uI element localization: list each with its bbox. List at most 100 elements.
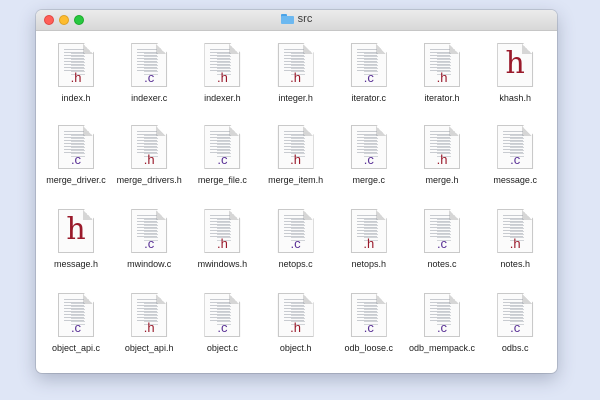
file-name: mwindows.h	[197, 259, 248, 269]
file-item[interactable]: .c odb_loose.c	[332, 293, 406, 353]
file-extension-label: .c	[290, 236, 301, 251]
source-file-icon: .c	[204, 293, 241, 337]
file-item[interactable]: .h index.h	[39, 43, 113, 103]
file-extension-label: .c	[70, 152, 82, 167]
file-item[interactable]: .c odbs.c	[478, 293, 552, 353]
file-extension-label: .c	[436, 320, 448, 335]
file-extension-label: .c	[217, 152, 228, 167]
file-extension-label: .h	[436, 152, 448, 167]
file-extension-label: .h	[509, 236, 521, 251]
source-file-icon: .h	[277, 293, 314, 337]
file-item[interactable]: .c notes.c	[405, 209, 479, 269]
file-extension-label: .c	[363, 152, 374, 167]
file-item[interactable]: .c mwindow.c	[112, 209, 186, 269]
file-name: merge_driver.c	[46, 175, 106, 185]
file-name: iterator.h	[424, 93, 460, 103]
source-file-icon: .c	[424, 209, 460, 253]
file-name: object_api.c	[51, 343, 101, 353]
source-file-icon: .c	[424, 293, 460, 337]
file-name: indexer.h	[204, 93, 241, 103]
source-file-icon: .c	[277, 209, 314, 253]
file-item[interactable]: .h merge_item.h	[259, 125, 333, 185]
source-file-icon: .h	[350, 209, 387, 253]
source-file-icon: .h	[424, 125, 460, 169]
file-item[interactable]: .h merge.h	[405, 125, 479, 185]
source-file-icon: .c	[350, 43, 387, 87]
file-item[interactable]: h message.h	[39, 209, 113, 269]
file-extension-label: .c	[217, 320, 228, 335]
file-item[interactable]: .h object.h	[259, 293, 333, 353]
file-extension-label: .h	[290, 70, 302, 85]
file-item[interactable]: .c indexer.c	[112, 43, 186, 103]
file-item[interactable]: .h iterator.h	[405, 43, 479, 103]
file-name: merge_drivers.h	[116, 175, 182, 185]
file-item[interactable]: .c odb_mempack.c	[405, 293, 479, 353]
file-name: object.c	[206, 343, 238, 353]
file-name: iterator.c	[351, 93, 387, 103]
file-extension-label: .c	[363, 70, 374, 85]
file-name: khash.h	[499, 93, 531, 103]
source-file-icon: h	[497, 43, 534, 87]
source-file-icon: .h	[131, 293, 168, 337]
file-item[interactable]: .h indexer.h	[185, 43, 259, 103]
file-item[interactable]: .h integer.h	[259, 43, 333, 103]
source-file-icon: .h	[277, 125, 314, 169]
source-file-icon: .h	[204, 43, 241, 87]
file-item[interactable]: .c merge_driver.c	[39, 125, 113, 185]
file-extension-label: .h	[70, 70, 82, 85]
source-file-icon: .h	[497, 209, 534, 253]
source-file-icon: .h	[204, 209, 241, 253]
source-file-icon: .h	[58, 43, 94, 87]
file-extension-label: .c	[70, 320, 82, 335]
file-item[interactable]: .c merge.c	[332, 125, 406, 185]
file-name: merge_file.c	[197, 175, 247, 185]
file-extension-label: .h	[290, 320, 302, 335]
file-extension-label: .c	[144, 70, 155, 85]
file-name: notes.h	[500, 259, 530, 269]
file-item[interactable]: .c object.c	[185, 293, 259, 353]
file-extension-label: .h	[143, 152, 155, 167]
window-title: src	[36, 13, 557, 25]
source-file-icon: .h	[277, 43, 314, 87]
file-item[interactable]: h khash.h	[478, 43, 552, 103]
file-extension-label: .h	[216, 70, 228, 85]
finder-window: src .h index.h .c indexer.c .h indexer.h .h int…	[36, 10, 557, 373]
source-file-icon: .c	[131, 209, 168, 253]
file-item[interactable]: .c merge_file.c	[185, 125, 259, 185]
file-name: netops.h	[351, 259, 387, 269]
file-extension-label: .c	[510, 320, 521, 335]
file-extension-label: .h	[363, 236, 375, 251]
file-name: object_api.h	[124, 343, 174, 353]
file-name: odb_mempack.c	[408, 343, 476, 353]
folder-icon	[280, 14, 294, 24]
file-item[interactable]: .h notes.h	[478, 209, 552, 269]
file-item[interactable]: .h object_api.h	[112, 293, 186, 353]
file-name: odb_loose.c	[344, 343, 394, 353]
file-extension-label: .h	[143, 320, 155, 335]
file-extension-label: .c	[144, 236, 155, 251]
title-bar[interactable]: src	[36, 10, 557, 31]
file-item[interactable]: .c object_api.c	[39, 293, 113, 353]
source-file-icon: .c	[497, 125, 534, 169]
file-name: merge.c	[352, 175, 386, 185]
file-item[interactable]: .c iterator.c	[332, 43, 406, 103]
file-name: notes.c	[427, 259, 457, 269]
file-extension-label: .c	[510, 152, 521, 167]
file-extension-label: .c	[363, 320, 374, 335]
file-name: message.h	[53, 259, 99, 269]
file-name: integer.h	[278, 93, 313, 103]
file-name: merge.h	[425, 175, 459, 185]
file-extension-label: h	[505, 46, 525, 81]
file-item[interactable]: .h mwindows.h	[185, 209, 259, 269]
source-file-icon: .c	[58, 293, 94, 337]
source-file-icon: .c	[131, 43, 168, 87]
file-extension-label: h	[66, 212, 86, 247]
file-name: odbs.c	[501, 343, 529, 353]
file-name: mwindow.c	[127, 259, 172, 269]
file-name: indexer.c	[131, 93, 168, 103]
file-item[interactable]: .h netops.h	[332, 209, 406, 269]
file-item[interactable]: .h merge_drivers.h	[112, 125, 186, 185]
file-extension-label: .h	[436, 70, 448, 85]
file-item[interactable]: .c netops.c	[259, 209, 333, 269]
file-item[interactable]: .c message.c	[478, 125, 552, 185]
